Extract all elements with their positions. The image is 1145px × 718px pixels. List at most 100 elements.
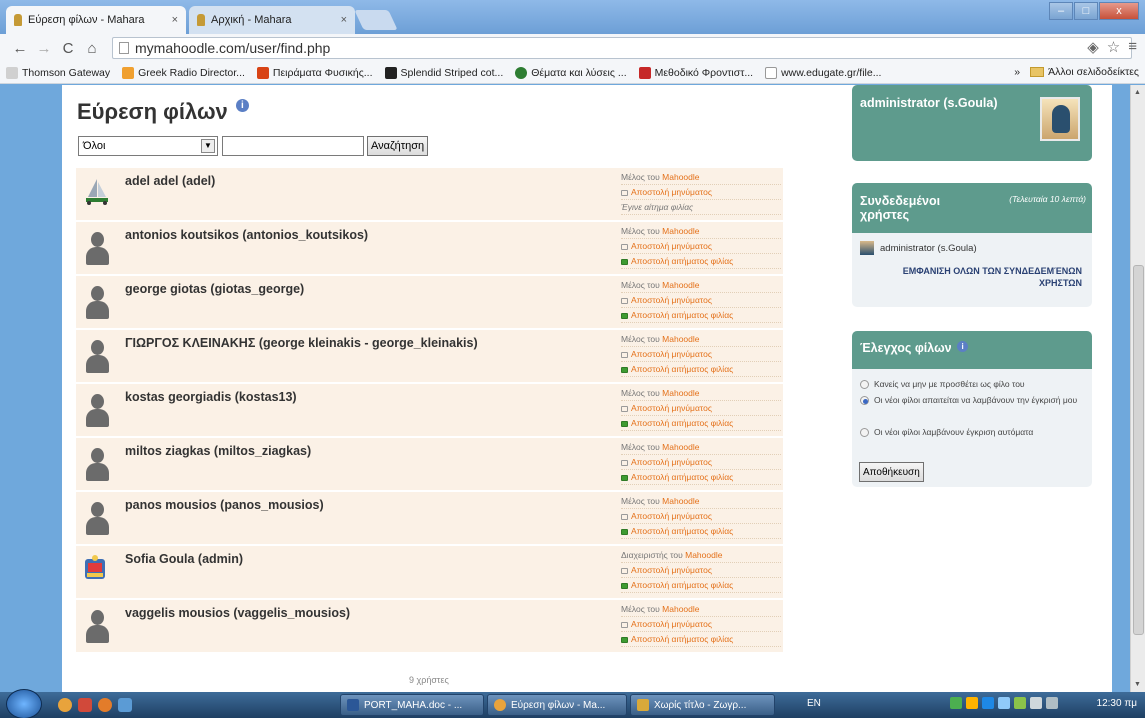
- friend-name-link[interactable]: adel adel (adel): [125, 174, 215, 188]
- close-window-button[interactable]: x: [1099, 2, 1139, 20]
- send-friend-request-link[interactable]: Αποστολή αιτήματος φιλίας: [621, 470, 781, 485]
- send-friend-request-link[interactable]: Αποστολή αιτήματος φιλίας: [621, 632, 781, 647]
- search-input[interactable]: [222, 136, 364, 156]
- site-link[interactable]: Mahoodle: [662, 334, 699, 344]
- site-link[interactable]: Mahoodle: [685, 550, 722, 560]
- tray-icon[interactable]: [998, 697, 1010, 709]
- tray-icon[interactable]: [1014, 697, 1026, 709]
- volume-icon[interactable]: [1046, 697, 1058, 709]
- scrollbar-thumb[interactable]: [1133, 265, 1144, 635]
- default-user-icon[interactable]: [84, 393, 110, 429]
- back-arrow-icon[interactable]: ←: [10, 40, 30, 57]
- friend-name-link[interactable]: ΓΙΩΡΓΟΣ ΚΛΕΙΝΑΚΗΣ (george kleinakis - ge…: [125, 336, 478, 350]
- friends-control-option[interactable]: Οι νέοι φίλοι λαμβάνουν έγκριση αυτόματα: [860, 424, 1085, 440]
- scroll-up-icon[interactable]: ▲: [1134, 89, 1141, 96]
- friend-name-link[interactable]: george giotas (giotas_george): [125, 282, 304, 296]
- send-friend-request-link[interactable]: Αποστολή αιτήματος φιλίας: [621, 362, 781, 377]
- maximize-button[interactable]: □: [1074, 2, 1098, 20]
- tray-icon[interactable]: [982, 697, 994, 709]
- friend-name-link[interactable]: panos mousios (panos_mousios): [125, 498, 324, 512]
- site-link[interactable]: Mahoodle: [662, 604, 699, 614]
- tab-home[interactable]: Αρχική - Mahara ×: [189, 6, 355, 34]
- send-message-link[interactable]: Αποστολή μηνύματος: [621, 293, 781, 308]
- send-friend-request-link[interactable]: Αποστολή αιτήματος φιλίας: [621, 254, 781, 269]
- send-friend-request-link[interactable]: Αποστολή αιτήματος φιλίας: [621, 578, 781, 593]
- help-info-icon[interactable]: i: [235, 99, 249, 112]
- firefox-icon[interactable]: [98, 698, 112, 712]
- default-user-icon[interactable]: [84, 447, 110, 483]
- language-indicator[interactable]: EN: [807, 698, 821, 709]
- clock[interactable]: 12:30 πμ: [1097, 698, 1137, 709]
- new-tab-button[interactable]: [354, 10, 398, 30]
- reload-icon[interactable]: C: [58, 40, 78, 57]
- friend-name-link[interactable]: kostas georgiadis (kostas13): [125, 390, 297, 404]
- default-user-icon[interactable]: [84, 609, 110, 645]
- bookmark-item[interactable]: Θέματα και λύσεις ...: [515, 66, 627, 79]
- bookmarks-overflow-icon[interactable]: »: [1014, 66, 1020, 78]
- chrome-icon[interactable]: [58, 698, 72, 712]
- friend-name-link[interactable]: miltos ziagkas (miltos_ziagkas): [125, 444, 311, 458]
- show-all-online-link[interactable]: ΕΜΦΑΝΙΣΗ ΟΛΩΝ ΤΩΝ ΣΥΝΔΕΔΕΜΈΝΩΝ ΧΡΗΣΤΩΝ: [862, 265, 1082, 289]
- bookmark-item[interactable]: Μεθοδικό Φροντιστ...: [638, 66, 753, 79]
- default-user-icon[interactable]: [84, 339, 110, 375]
- radio-button[interactable]: [860, 396, 869, 406]
- taskbar-item-paint[interactable]: Χωρίς τίτλο - Ζωγρ...: [630, 694, 775, 716]
- network-icon[interactable]: [1030, 697, 1042, 709]
- forward-arrow-icon[interactable]: →: [34, 40, 54, 57]
- site-link[interactable]: Mahoodle: [662, 442, 699, 452]
- filter-select[interactable]: Όλοι ▼: [78, 136, 218, 156]
- home-icon[interactable]: ⌂: [82, 40, 102, 57]
- minimize-button[interactable]: –: [1049, 2, 1073, 20]
- taskbar-item-chrome[interactable]: Εύρεση φίλων - Ma...: [487, 694, 627, 716]
- friend-name-link[interactable]: vaggelis mousios (vaggelis_mousios): [125, 606, 350, 620]
- send-friend-request-link[interactable]: Αποστολή αιτήματος φιλίας: [621, 524, 781, 539]
- boat-icon[interactable]: [84, 177, 110, 207]
- scroll-down-icon[interactable]: ▼: [1134, 681, 1141, 688]
- send-message-link[interactable]: Αποστολή μηνύματος: [621, 455, 781, 470]
- bookmark-item[interactable]: Πειράματα Φυσικής...: [256, 66, 373, 79]
- page-scrollbar[interactable]: ▲ ▼: [1130, 85, 1145, 692]
- tray-icon[interactable]: [950, 697, 962, 709]
- extension-icon[interactable]: ◈: [1087, 38, 1099, 56]
- site-link[interactable]: Mahoodle: [662, 496, 699, 506]
- other-bookmarks[interactable]: Άλλοι σελιδοδείκτες: [1048, 66, 1139, 78]
- friends-control-option[interactable]: Κανείς να μην με προσθέτει ως φίλο του: [860, 376, 1085, 392]
- send-message-link[interactable]: Αποστολή μηνύματος: [621, 617, 781, 632]
- bookmark-item[interactable]: Splendid Striped cot...: [384, 66, 503, 79]
- bookmark-item[interactable]: Thomson Gateway: [6, 66, 110, 79]
- default-user-icon[interactable]: [84, 285, 110, 321]
- online-user-item[interactable]: administrator (s.Goula): [860, 241, 977, 255]
- send-message-link[interactable]: Αποστολή μηνύματος: [621, 563, 781, 578]
- address-bar[interactable]: mymahoodle.com/user/find.php: [112, 37, 1132, 59]
- send-message-link[interactable]: Αποστολή μηνύματος: [621, 347, 781, 362]
- paint-icon[interactable]: [118, 698, 132, 712]
- taskbar-item-word[interactable]: PORT_MAHA.doc - ...: [340, 694, 484, 716]
- bookmark-item[interactable]: www.edugate.gr/file...: [765, 66, 881, 79]
- radio-button[interactable]: [860, 380, 869, 390]
- send-message-link[interactable]: Αποστολή μηνύματος: [621, 185, 781, 200]
- site-link[interactable]: Mahoodle: [662, 388, 699, 398]
- search-button[interactable]: Αναζήτηση: [367, 136, 429, 156]
- default-user-icon[interactable]: [84, 231, 110, 267]
- site-link[interactable]: Mahoodle: [662, 226, 699, 236]
- bookmark-star-icon[interactable]: ☆: [1107, 38, 1120, 56]
- site-link[interactable]: Mahoodle: [662, 280, 699, 290]
- start-button[interactable]: [6, 689, 42, 718]
- send-message-link[interactable]: Αποστολή μηνύματος: [621, 239, 781, 254]
- tab-close-icon[interactable]: ×: [341, 14, 347, 26]
- default-user-icon[interactable]: [84, 501, 110, 537]
- tray-icon[interactable]: [966, 697, 978, 709]
- friend-name-link[interactable]: antonios koutsikos (antonios_koutsikos): [125, 228, 368, 242]
- send-message-link[interactable]: Αποστολή μηνύματος: [621, 509, 781, 524]
- friends-control-option[interactable]: Οι νέοι φίλοι απαιτείται να λαμβάνουν τη…: [860, 392, 1085, 408]
- menu-icon[interactable]: ≡: [1128, 38, 1137, 56]
- send-message-link[interactable]: Αποστολή μηνύματος: [621, 401, 781, 416]
- friend-name-link[interactable]: Sofia Goula (admin): [125, 552, 243, 566]
- profile-name[interactable]: administrator (s.Goula): [860, 96, 998, 110]
- save-button[interactable]: Αποθήκευση: [859, 462, 924, 482]
- tab-close-icon[interactable]: ×: [172, 14, 178, 26]
- radio-button[interactable]: [860, 428, 869, 438]
- site-link[interactable]: Mahoodle: [662, 172, 699, 182]
- tab-find-friends[interactable]: Εύρεση φίλων - Mahara ×: [6, 6, 186, 34]
- admin-badge-icon[interactable]: [84, 555, 106, 583]
